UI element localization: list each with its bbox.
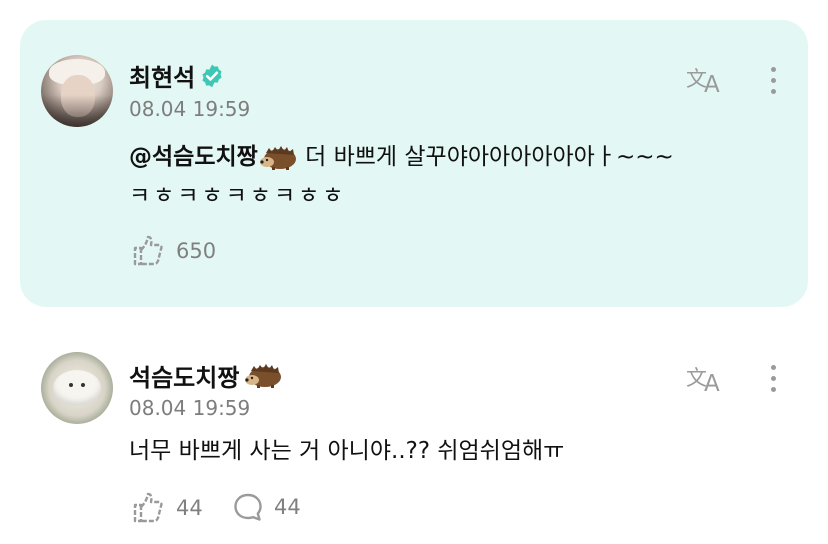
author-name[interactable]: 최현석 [129,58,195,93]
reply-like-stat[interactable]: 44 [130,491,203,525]
post-text-line1: @석슴도치짱 더 바쁘게 살꾸야아아아아아아ㅏ~~~ [129,138,674,176]
svg-text:A: A [704,371,720,394]
like-icon [133,235,163,266]
author-name-row[interactable]: 최현석 [129,58,225,93]
reply-author-name[interactable]: 석슴도치짱 [129,358,239,393]
svg-text:A: A [704,72,720,95]
reply-more-options-button[interactable] [765,360,781,396]
author-avatar[interactable] [41,55,113,127]
reply-timestamp: 08.04 19:59 [129,396,251,420]
translate-icon: 文 A [686,366,720,394]
reply-author-avatar[interactable] [41,352,113,424]
more-options-icon [770,66,776,72]
post-text-line2: ㅋㅎㅋㅎㅋㅎㅋㅎㅎ [129,183,347,209]
more-options-button[interactable] [765,62,781,98]
mention-link[interactable]: @석슴도치짱 [129,144,258,170]
post-text-body: 더 바쁘게 살꾸야아아아아아아ㅏ~~~ [297,144,674,170]
reply-text: 너무 바쁘게 사는 거 아니야..?? 쉬엄쉬엄해ㅠ [129,438,565,464]
reply-like-count: 44 [176,496,203,520]
reply-comment-stat[interactable]: 44 [232,491,301,523]
reply-author-name-row[interactable]: 석슴도치짱 [129,358,283,393]
verified-badge-icon [202,64,222,87]
translate-button[interactable]: 文 A [684,58,728,98]
more-options-icon [770,364,776,370]
post-timestamp: 08.04 19:59 [129,97,251,121]
comment-icon [234,493,262,521]
hedgehog-emoji-icon [245,363,282,388]
post-like-stat[interactable]: 650 [130,234,216,268]
reply-translate-button[interactable]: 文 A [684,357,728,397]
like-icon [133,492,163,523]
hedgehog-emoji-icon [259,145,296,170]
post-like-count: 650 [176,239,217,263]
reply-comment-count: 44 [274,495,301,519]
translate-icon: 文 A [686,67,720,95]
